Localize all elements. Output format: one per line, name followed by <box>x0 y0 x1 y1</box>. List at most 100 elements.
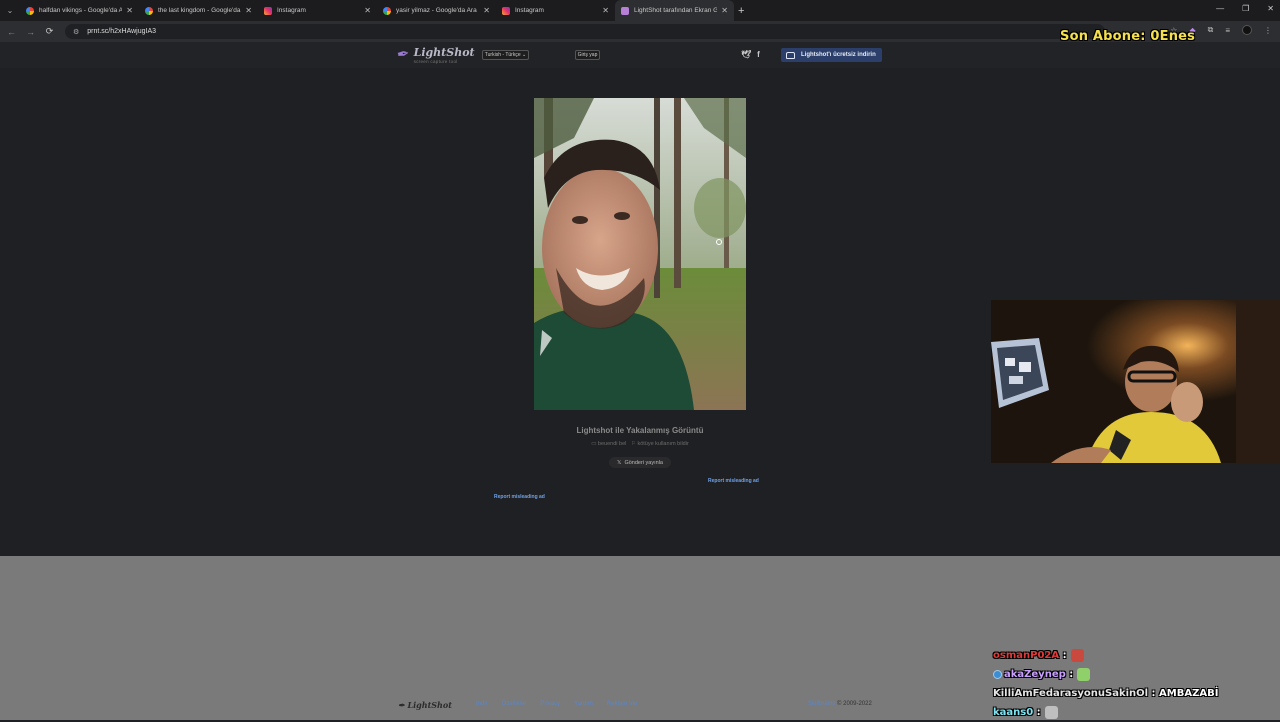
chat-emote-icon <box>1044 706 1058 719</box>
caption-links: ▭ beuendi bel ⚐ kötüye kullanım bildir <box>534 441 746 447</box>
kebab-menu-icon[interactable]: ⋮ <box>1264 26 1272 35</box>
like-link-label: beuendi bel <box>597 441 627 447</box>
screenshot-photo-illustration <box>534 98 746 410</box>
facebook-icon[interactable]: f <box>757 50 760 59</box>
tab-search-chevron-icon[interactable]: ⌄ <box>0 0 20 21</box>
tab-lightshot[interactable]: LightShot tarafından Ekran Görüntüsü ✕ <box>615 0 734 21</box>
google-icon <box>145 6 153 15</box>
logo-subtitle: screen capture tool <box>413 59 458 64</box>
chat-message: KilliAmFedarasyonuSakinOl : AMBAZABİ <box>993 684 1280 703</box>
download-button[interactable]: Lightshot'ı ücretsiz indirin <box>781 48 882 62</box>
close-icon[interactable]: ✕ <box>602 6 609 15</box>
tab-title: Instagram <box>277 7 306 14</box>
tab-yasir-yilmaz[interactable]: yasir yilmaz - Google'da Ara ✕ <box>377 0 496 21</box>
share-post-label: Gönderi yayınla <box>624 459 663 466</box>
footer-logo[interactable]: ✒ LightShot <box>398 700 452 710</box>
report-ad-link-left[interactable]: Report misleading ad <box>494 494 545 500</box>
minimize-icon[interactable]: — <box>1216 4 1224 13</box>
tab-instagram-2[interactable]: Instagram ✕ <box>496 0 615 21</box>
forward-arrow-icon[interactable]: → <box>21 27 40 37</box>
profile-avatar[interactable] <box>1242 25 1252 35</box>
stream-chat: osmanP02A : akaZeynep : KilliAmFedarasyo… <box>993 646 1280 722</box>
chat-separator: : <box>1033 707 1041 718</box>
close-icon[interactable]: ✕ <box>126 6 133 15</box>
share-post-button[interactable]: 𝕏 Gönderi yayınla <box>609 457 671 468</box>
tab-instagram-1[interactable]: Instagram ✕ <box>258 0 377 21</box>
chat-badge-icon <box>993 670 1002 679</box>
lightshot-icon <box>621 6 629 15</box>
chat-separator: : <box>1065 669 1074 680</box>
footer-logo-text: LightShot <box>407 700 452 710</box>
chat-username: KilliAmFedarasyonuSakinOl <box>993 688 1149 699</box>
zoom-cursor-icon <box>716 239 722 245</box>
chat-separator: : <box>1059 650 1067 661</box>
abuse-report-label: kötüye kullanım bildir <box>637 441 689 447</box>
footer-link-help[interactable]: Yardım <box>574 701 593 707</box>
tab-title: LightShot tarafından Ekran Görüntüsü <box>634 7 718 14</box>
twitter-icon[interactable]: 🕊 <box>741 50 751 59</box>
chat-emote-icon <box>1077 668 1091 681</box>
chat-separator: : <box>1148 688 1160 699</box>
download-icon <box>786 51 795 59</box>
chat-username: osmanP02A <box>993 650 1060 661</box>
webcam-overlay <box>991 300 1280 463</box>
close-icon[interactable]: ✕ <box>364 6 371 15</box>
feather-icon: ✒ <box>398 700 405 710</box>
instagram-icon <box>502 6 510 15</box>
x-logo-icon: 𝕏 <box>617 459 622 466</box>
social-links: 🕊 f <box>741 50 760 59</box>
close-icon[interactable]: ✕ <box>483 6 490 15</box>
feather-icon: ✒ <box>395 45 411 64</box>
lightshot-logo[interactable]: ✒ LightShot screen capture tool <box>395 45 475 64</box>
chat-message: osmanP02A : <box>993 646 1280 665</box>
chat-emote-icon <box>1070 649 1084 662</box>
instagram-icon <box>264 6 272 15</box>
reload-icon[interactable]: ⟳ <box>40 26 59 37</box>
lightshot-page: ✒ LightShot screen capture tool Turkish … <box>0 42 1280 556</box>
tab-the-last-kingdom[interactable]: the last kingdom - Google'da Ara ✕ <box>139 0 258 21</box>
chat-username: kaans0 <box>993 707 1034 718</box>
login-button[interactable]: Giriş yap <box>575 50 600 60</box>
chat-username: akaZeynep <box>1004 669 1066 680</box>
footer-link-privacy[interactable]: Privacy <box>540 701 560 707</box>
new-tab-plus-icon[interactable]: + <box>738 5 744 17</box>
footer-link-advertise[interactable]: Reklam Ver <box>607 701 638 707</box>
close-icon[interactable]: ✕ <box>721 6 728 15</box>
logo-text: LightShot <box>413 46 475 59</box>
flag-icon: ⚐ <box>630 441 636 447</box>
download-label: Lightshot'ı ücretsiz indirin <box>801 52 876 58</box>
window-close-icon[interactable]: ✕ <box>1267 4 1274 13</box>
footer-link-download[interactable]: İndir <box>476 701 488 707</box>
screenshot-image[interactable] <box>534 98 746 410</box>
footer-links: İndir Özellikler Privacy Yardım Reklam V… <box>476 701 638 707</box>
skillbrains-link[interactable]: Skillbrains <box>808 701 835 707</box>
webcam-illustration <box>991 300 1280 463</box>
close-icon[interactable]: ✕ <box>245 6 252 15</box>
google-icon <box>26 6 34 15</box>
like-link[interactable]: ▭ beuendi bel <box>591 441 626 447</box>
site-info-icon[interactable]: ⚙ <box>73 28 79 36</box>
language-select[interactable]: Turkish - Türkçe ⌄ <box>482 50 529 60</box>
url-text: prnt.sc/h2xHAwjugIA3 <box>87 28 157 35</box>
media-icon[interactable]: ≡ <box>1225 26 1230 35</box>
abuse-report-link[interactable]: ⚐ kötüye kullanım bildir <box>631 441 689 447</box>
window-controls: — ❐ ✕ <box>1216 4 1274 13</box>
chat-text: AMBAZABİ <box>1159 688 1219 699</box>
chat-message: kaans0 : <box>993 703 1280 722</box>
report-ad-link-right[interactable]: Report misleading ad <box>708 478 759 484</box>
tab-title: Instagram <box>515 7 544 14</box>
google-icon <box>383 6 391 15</box>
lightshot-header: ✒ LightShot screen capture tool Turkish … <box>0 42 1280 68</box>
address-bar[interactable]: ⚙ prnt.sc/h2xHAwjugIA3 <box>65 24 1105 39</box>
maximize-icon[interactable]: ❐ <box>1242 4 1249 13</box>
tab-title: halfdan vikings - Google'da Ara <box>39 7 123 14</box>
extensions-puzzle-icon[interactable]: ⧉ <box>1208 25 1214 35</box>
tab-halfdan-vikings[interactable]: halfdan vikings - Google'da Ara ✕ <box>20 0 139 21</box>
language-label: Turkish - Türkçe <box>484 52 521 58</box>
footer-copyright: Skillbrains © 2009-2022 <box>808 701 872 707</box>
chat-message: akaZeynep : <box>993 665 1280 684</box>
copyright-text: © 2009-2022 <box>837 701 872 707</box>
tab-strip: ⌄ halfdan vikings - Google'da Ara ✕ the … <box>0 0 1280 21</box>
back-arrow-icon[interactable]: ← <box>2 27 21 37</box>
footer-link-features[interactable]: Özellikler <box>502 701 527 707</box>
